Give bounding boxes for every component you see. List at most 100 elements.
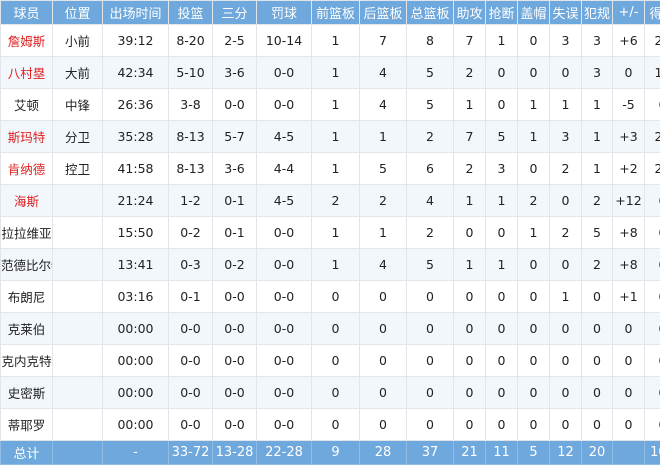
player-name: 艾顿 <box>0 88 53 121</box>
column-header[interactable]: +/- <box>612 0 645 25</box>
stat-cell: +8 <box>612 216 645 249</box>
stat-cell: 2 <box>581 184 613 217</box>
stat-cell: 4 <box>359 248 407 281</box>
stat-cell: 28 <box>644 24 660 57</box>
player-name-link[interactable]: 八村塁 <box>0 56 53 89</box>
stat-cell: 0 <box>311 280 360 313</box>
stat-cell: 2 <box>311 184 360 217</box>
column-header[interactable]: 失误 <box>549 0 582 25</box>
player-row: 拉拉维亚15:500-20-10-011200125+80 <box>0 216 660 249</box>
stat-cell: 0 <box>406 344 454 377</box>
stat-cell: 0-0 <box>212 408 257 441</box>
column-header[interactable]: 位置 <box>52 0 103 25</box>
column-header[interactable]: 抢断 <box>485 0 518 25</box>
stat-cell: 0 <box>549 56 582 89</box>
stat-cell: 0 <box>453 376 486 409</box>
stat-cell: 2 <box>549 152 582 185</box>
player-name-link[interactable]: 詹姆斯 <box>0 24 53 57</box>
stat-cell: 00:00 <box>102 376 169 409</box>
stat-cell: 0 <box>311 312 360 345</box>
stat-cell: 0 <box>406 376 454 409</box>
total-cell <box>612 440 645 465</box>
stat-cell: 0-0 <box>256 312 312 345</box>
stat-cell <box>52 408 103 441</box>
stat-cell: +2 <box>612 152 645 185</box>
stat-cell: 1 <box>581 120 613 153</box>
stat-cell: 0 <box>517 408 550 441</box>
stat-cell: 0 <box>517 24 550 57</box>
stat-cell: +8 <box>612 248 645 281</box>
column-header[interactable]: 总篮板 <box>406 0 454 25</box>
stat-cell: 0 <box>453 344 486 377</box>
stat-cell: 4-5 <box>256 120 312 153</box>
stat-cell: 8-13 <box>168 152 213 185</box>
stat-cell: 1 <box>311 56 360 89</box>
player-name: 布朗尼 <box>0 280 53 313</box>
stat-cell: 3-6 <box>212 56 257 89</box>
player-row: 史密斯00:000-00-00-00000000000 <box>0 376 660 409</box>
column-header[interactable]: 得分 <box>644 0 660 25</box>
stat-cell: 7 <box>359 24 407 57</box>
stat-cell: 0-0 <box>212 376 257 409</box>
stat-cell: 0 <box>517 376 550 409</box>
player-name: 拉拉维亚 <box>0 216 53 249</box>
column-header[interactable]: 犯规 <box>581 0 613 25</box>
stat-cell: 0-0 <box>256 56 312 89</box>
column-header[interactable]: 球员 <box>0 0 53 25</box>
stat-cell: 4-5 <box>256 184 312 217</box>
totals-label: 总计 <box>0 440 53 465</box>
stat-cell: 1 <box>311 152 360 185</box>
column-header[interactable]: 罚球 <box>256 0 312 25</box>
stat-cell: 5 <box>581 216 613 249</box>
stat-cell: 8-13 <box>168 120 213 153</box>
stat-cell: 0 <box>612 376 645 409</box>
column-header[interactable]: 助攻 <box>453 0 486 25</box>
total-cell: 22-28 <box>256 440 312 465</box>
column-header[interactable]: 前篮板 <box>311 0 360 25</box>
stat-cell: 0 <box>406 280 454 313</box>
stat-cell: 0-0 <box>212 280 257 313</box>
column-header[interactable]: 盖帽 <box>517 0 550 25</box>
stat-cell: 13 <box>644 56 660 89</box>
player-row: 克内克特00:000-00-00-00000000000 <box>0 344 660 377</box>
stat-cell: 8 <box>406 24 454 57</box>
stat-cell: 1 <box>517 88 550 121</box>
player-row: 斯玛特分卫35:288-135-74-511275131+325 <box>0 120 660 153</box>
stat-cell <box>52 184 103 217</box>
stat-cell <box>52 280 103 313</box>
total-cell <box>52 440 103 465</box>
player-row: 艾顿中锋26:363-80-00-014510111-56 <box>0 88 660 121</box>
stat-cell: 2 <box>359 184 407 217</box>
stat-cell: 7 <box>453 120 486 153</box>
stat-cell: 7 <box>453 24 486 57</box>
column-header[interactable]: 投篮 <box>168 0 213 25</box>
stat-cell: 5-7 <box>212 120 257 153</box>
stat-cell: 0-1 <box>212 216 257 249</box>
player-row: 范德比尔特13:410-30-20-014511002+80 <box>0 248 660 281</box>
stat-cell <box>52 216 103 249</box>
column-header[interactable]: 三分 <box>212 0 257 25</box>
player-name: 蒂耶罗 <box>0 408 53 441</box>
stat-cell <box>52 376 103 409</box>
total-cell: 33-72 <box>168 440 213 465</box>
stat-cell: 15:50 <box>102 216 169 249</box>
player-name: 克内克特 <box>0 344 53 377</box>
column-header[interactable]: 出场时间 <box>102 0 169 25</box>
stat-cell: 0 <box>359 312 407 345</box>
player-name-link[interactable]: 海斯 <box>0 184 53 217</box>
stat-cell: 0 <box>406 312 454 345</box>
stat-cell: 0 <box>311 408 360 441</box>
stat-cell: 35:28 <box>102 120 169 153</box>
stat-cell: 4 <box>406 184 454 217</box>
stat-cell: 0-0 <box>256 88 312 121</box>
column-header[interactable]: 后篮板 <box>359 0 407 25</box>
stat-cell: 2 <box>406 120 454 153</box>
stat-cell: 1 <box>549 280 582 313</box>
stat-cell: 26:36 <box>102 88 169 121</box>
stat-cell: 0-0 <box>212 312 257 345</box>
stat-cell: 0-1 <box>212 184 257 217</box>
stat-cell: 0 <box>453 312 486 345</box>
player-name-link[interactable]: 肯纳德 <box>0 152 53 185</box>
player-name-link[interactable]: 斯玛特 <box>0 120 53 153</box>
stat-cell: 1 <box>311 216 360 249</box>
